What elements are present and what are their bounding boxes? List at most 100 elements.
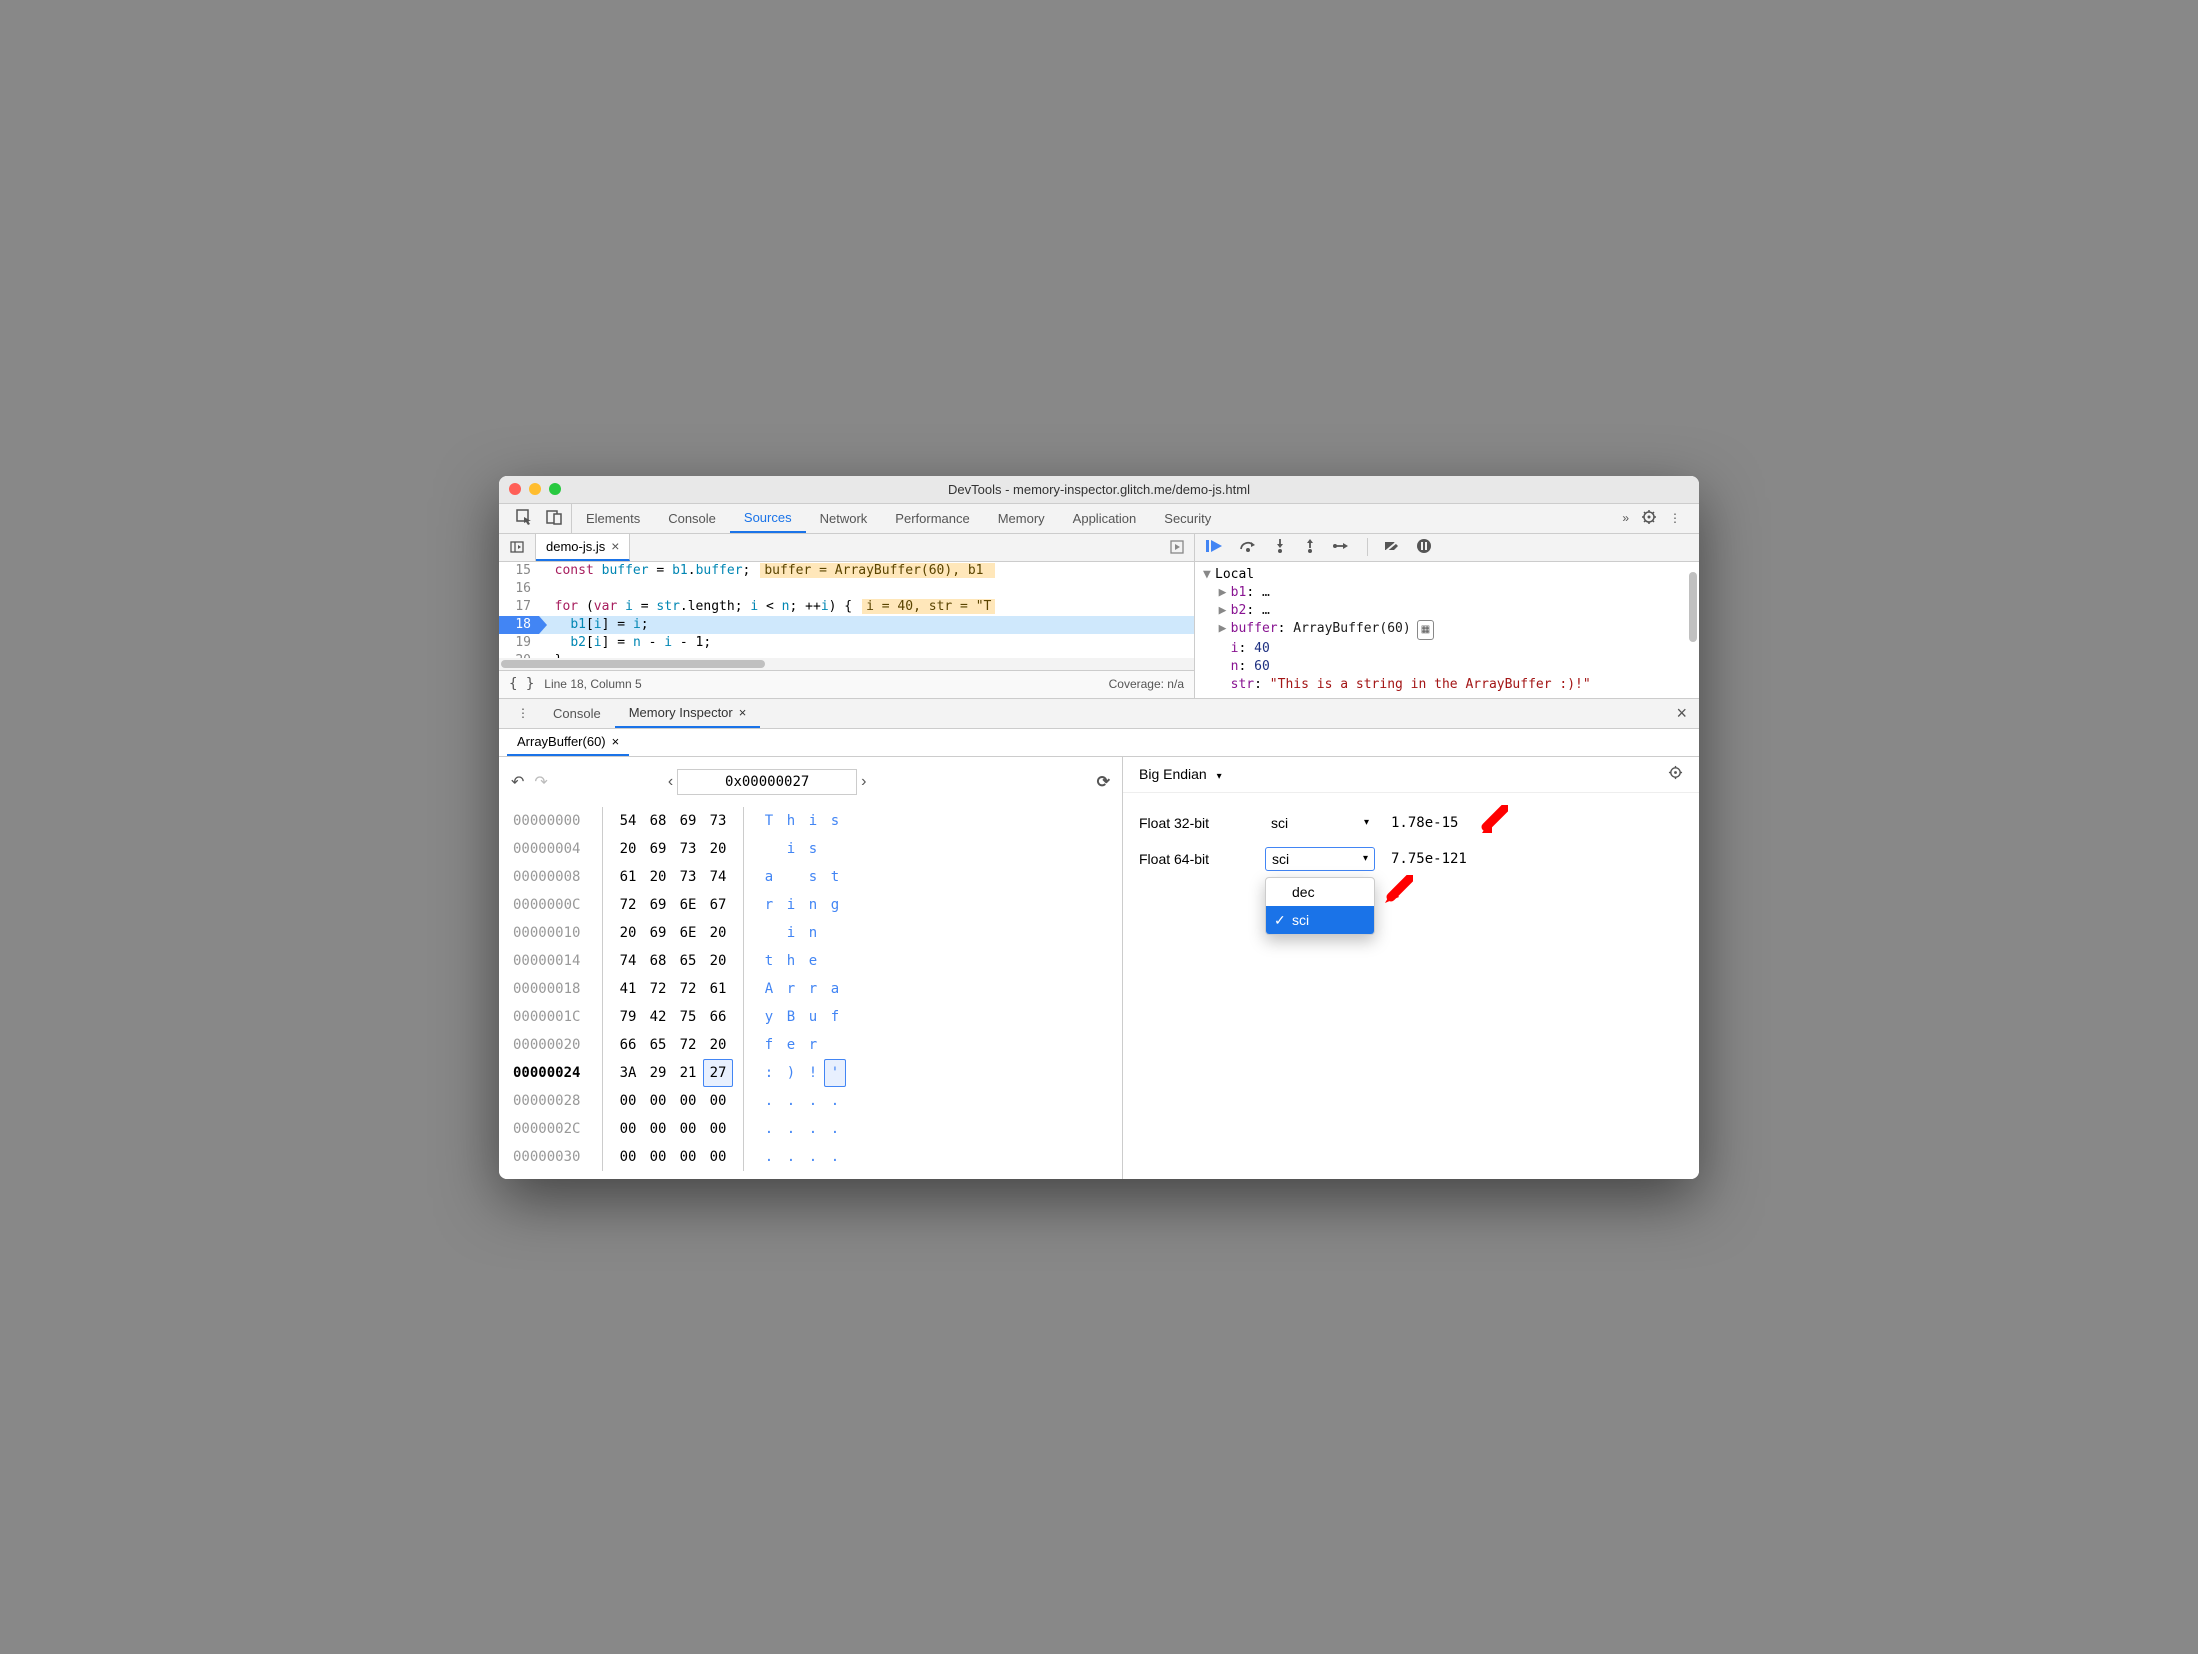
hex-ascii-char[interactable]: . xyxy=(824,1087,846,1115)
dropdown-option-dec[interactable]: dec xyxy=(1266,878,1374,906)
float32-mode-select[interactable]: sci ▾ xyxy=(1265,815,1375,831)
drawer-tab-console[interactable]: Console xyxy=(539,699,615,728)
panel-tab-performance[interactable]: Performance xyxy=(881,504,983,533)
dropdown-option-sci[interactable]: sci xyxy=(1266,906,1374,934)
drawer-tab-memory-inspector[interactable]: Memory Inspector × xyxy=(615,699,761,728)
minimize-window-button[interactable] xyxy=(529,483,541,495)
hex-ascii-char[interactable]: f xyxy=(758,1031,780,1059)
deactivate-breakpoints-icon[interactable] xyxy=(1384,539,1400,556)
drawer-menu-icon[interactable]: ⋮ xyxy=(507,699,539,728)
hex-ascii-char[interactable]: n xyxy=(802,891,824,919)
hex-ascii-char[interactable] xyxy=(758,919,780,947)
panel-tab-application[interactable]: Application xyxy=(1059,504,1151,533)
line-number[interactable]: 19 xyxy=(499,634,539,652)
hex-ascii-char[interactable]: . xyxy=(758,1115,780,1143)
pretty-print-icon[interactable]: { } xyxy=(509,676,534,692)
hex-ascii-char[interactable]: . xyxy=(780,1143,802,1171)
address-input[interactable] xyxy=(677,769,857,795)
hex-byte[interactable]: 65 xyxy=(643,1031,673,1059)
hex-byte[interactable]: 6E xyxy=(673,919,703,947)
panel-tab-elements[interactable]: Elements xyxy=(572,504,654,533)
hex-row[interactable]: 0000002C00000000.... xyxy=(513,1115,1108,1143)
hex-row[interactable]: 000000243A292127:)!' xyxy=(513,1059,1108,1087)
hex-byte[interactable]: 00 xyxy=(643,1143,673,1171)
hex-ascii-char[interactable]: . xyxy=(802,1087,824,1115)
hex-byte[interactable]: 00 xyxy=(613,1087,643,1115)
hex-ascii-char[interactable] xyxy=(824,1031,846,1059)
hex-ascii-char[interactable]: u xyxy=(802,1003,824,1031)
hex-ascii-char[interactable]: : xyxy=(758,1059,780,1087)
hex-byte[interactable]: 00 xyxy=(703,1087,733,1115)
hex-byte[interactable]: 73 xyxy=(673,863,703,891)
hex-byte[interactable]: 61 xyxy=(703,975,733,1003)
maximize-window-button[interactable] xyxy=(549,483,561,495)
hex-ascii-char[interactable]: B xyxy=(780,1003,802,1031)
hex-ascii-char[interactable]: i xyxy=(780,835,802,863)
vertical-scrollbar[interactable] xyxy=(1685,562,1699,698)
hex-byte[interactable]: 20 xyxy=(703,835,733,863)
line-number[interactable]: 17 xyxy=(499,598,539,616)
hex-byte[interactable]: 00 xyxy=(673,1087,703,1115)
pause-exceptions-icon[interactable] xyxy=(1416,538,1432,557)
scope-variable[interactable]: ▶b1: … xyxy=(1203,584,1691,602)
hex-byte[interactable]: 00 xyxy=(643,1115,673,1143)
next-address-icon[interactable]: › xyxy=(861,773,866,791)
run-snippet-icon[interactable] xyxy=(1160,534,1194,561)
hex-byte[interactable]: 73 xyxy=(673,835,703,863)
hex-byte[interactable]: 20 xyxy=(703,1031,733,1059)
hex-ascii-char[interactable]: T xyxy=(758,807,780,835)
hex-row[interactable]: 0000001020696E20 in xyxy=(513,919,1108,947)
hex-row[interactable]: 0000003000000000.... xyxy=(513,1143,1108,1171)
panel-tab-console[interactable]: Console xyxy=(654,504,730,533)
hex-ascii-char[interactable]: t xyxy=(758,947,780,975)
hex-byte[interactable]: 00 xyxy=(673,1115,703,1143)
hex-byte[interactable]: 66 xyxy=(703,1003,733,1031)
hex-ascii-char[interactable]: ) xyxy=(780,1059,802,1087)
hex-ascii-char[interactable]: t xyxy=(824,863,846,891)
hex-ascii-char[interactable] xyxy=(824,947,846,975)
hex-ascii-char[interactable]: . xyxy=(802,1143,824,1171)
hex-ascii-char[interactable]: . xyxy=(780,1087,802,1115)
hex-ascii-char[interactable]: i xyxy=(780,919,802,947)
hex-byte[interactable]: 27 xyxy=(703,1059,733,1087)
hex-byte[interactable]: 20 xyxy=(613,835,643,863)
hex-ascii-char[interactable]: y xyxy=(758,1003,780,1031)
hex-ascii-char[interactable]: s xyxy=(802,863,824,891)
close-file-icon[interactable]: × xyxy=(611,538,619,554)
hex-byte[interactable]: 00 xyxy=(613,1143,643,1171)
hex-byte[interactable]: 75 xyxy=(673,1003,703,1031)
panel-tab-network[interactable]: Network xyxy=(806,504,882,533)
redo-icon[interactable]: ↷ xyxy=(534,772,547,792)
hex-ascii-char[interactable]: r xyxy=(758,891,780,919)
hex-ascii-char[interactable]: s xyxy=(802,835,824,863)
hex-ascii-char[interactable]: a xyxy=(758,863,780,891)
hex-byte[interactable]: 20 xyxy=(643,863,673,891)
hex-byte[interactable]: 72 xyxy=(643,975,673,1003)
line-number[interactable]: 18 xyxy=(499,616,539,634)
hex-ascii-char[interactable]: . xyxy=(824,1115,846,1143)
hex-ascii-char[interactable]: . xyxy=(780,1115,802,1143)
hex-ascii-char[interactable]: . xyxy=(758,1143,780,1171)
hex-byte[interactable]: 79 xyxy=(613,1003,643,1031)
hex-byte[interactable]: 74 xyxy=(703,863,733,891)
hex-row[interactable]: 0000001C79427566yBuf xyxy=(513,1003,1108,1031)
hex-byte[interactable]: 00 xyxy=(673,1143,703,1171)
hex-row[interactable]: 0000001841727261Arra xyxy=(513,975,1108,1003)
float64-mode-select[interactable]: sci ▾ decsci xyxy=(1265,847,1375,871)
scope-variable[interactable]: i: 40 xyxy=(1203,640,1691,658)
hex-byte[interactable]: 00 xyxy=(703,1115,733,1143)
step-over-icon[interactable] xyxy=(1239,539,1257,556)
hex-byte[interactable]: 65 xyxy=(673,947,703,975)
hex-ascii-char[interactable]: ! xyxy=(802,1059,824,1087)
hex-ascii-char[interactable]: r xyxy=(802,975,824,1003)
hex-byte[interactable]: 00 xyxy=(703,1143,733,1171)
hex-byte[interactable]: 20 xyxy=(703,947,733,975)
hex-byte[interactable]: 21 xyxy=(673,1059,703,1087)
code-line[interactable]: } xyxy=(539,652,1194,658)
code-line[interactable] xyxy=(539,580,1194,598)
hex-byte[interactable]: 29 xyxy=(643,1059,673,1087)
inspect-element-icon[interactable] xyxy=(515,508,533,529)
scope-header[interactable]: ▼Local xyxy=(1203,566,1691,584)
hex-byte[interactable]: 20 xyxy=(613,919,643,947)
drawer-close-icon[interactable]: × xyxy=(1664,699,1699,728)
